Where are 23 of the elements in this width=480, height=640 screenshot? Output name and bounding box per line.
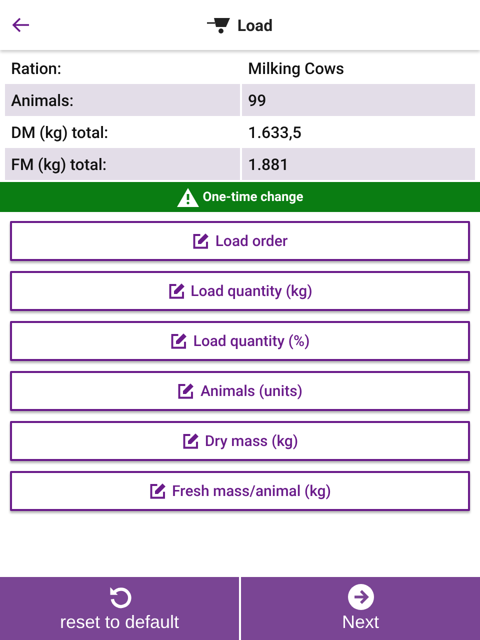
field-label: Animals: [5, 84, 240, 116]
field-label: FM (kg) total: [5, 148, 240, 180]
edit-option-button[interactable]: Fresh mass/animal (kg) [10, 471, 470, 511]
edit-icon [177, 382, 196, 400]
next-button[interactable]: Next [241, 577, 480, 640]
edit-option-button[interactable]: Animals (units) [10, 371, 470, 411]
field-value: 1.881 [242, 148, 475, 180]
edit-icon [148, 482, 167, 500]
edit-icon [192, 232, 210, 250]
screen-title: Load [237, 16, 273, 34]
field-value: 99 [242, 84, 475, 116]
edit-option-button[interactable]: Load quantity (kg) [10, 271, 470, 311]
edit-icon [168, 282, 186, 300]
warning-icon [176, 188, 199, 206]
edit-icon [182, 432, 200, 450]
edit-option-button[interactable]: Dry mass (kg) [10, 421, 470, 461]
edit-icon [170, 332, 188, 350]
reset-button[interactable]: reset to default [0, 577, 239, 640]
arrow-right-circle-icon [348, 584, 374, 610]
banner-text: One-time change [202, 190, 304, 204]
edit-option-button[interactable]: Load quantity (%) [10, 321, 470, 361]
edit-option-button[interactable]: Load order [10, 221, 470, 261]
wheelbarrow-icon [207, 16, 232, 34]
